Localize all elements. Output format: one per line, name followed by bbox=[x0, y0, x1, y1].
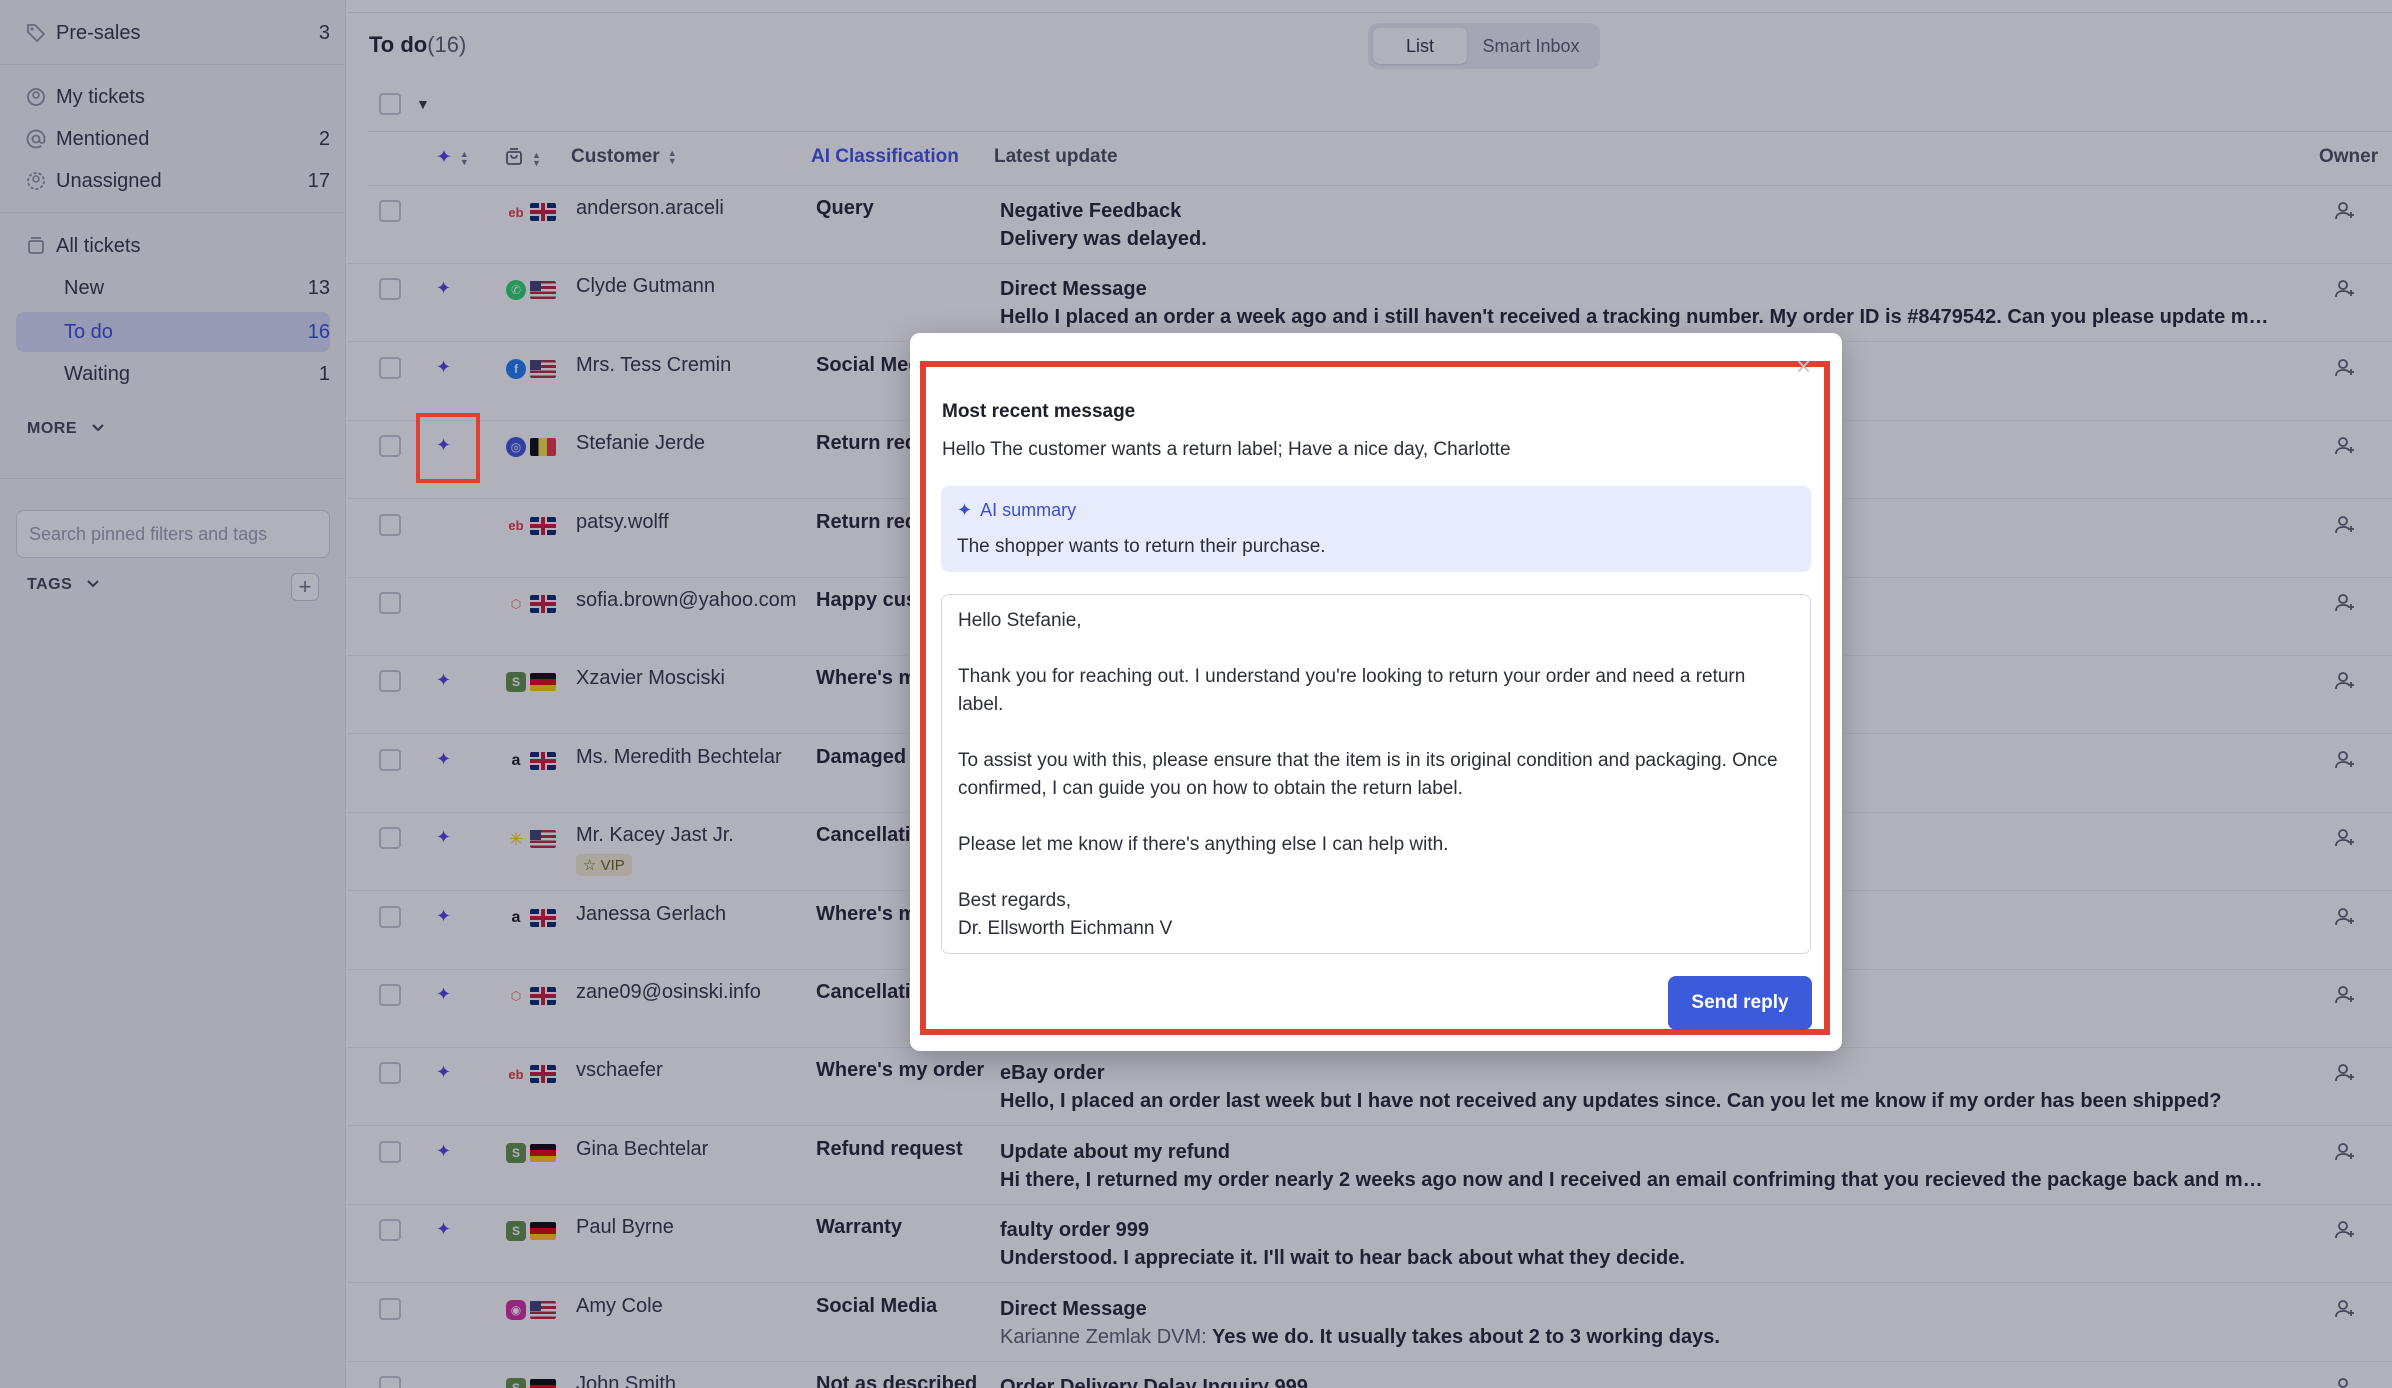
ai-reply-modal: × Most recent message Hello The customer… bbox=[910, 333, 1842, 1051]
close-icon[interactable]: × bbox=[1796, 351, 1811, 382]
ai-summary-header: ✦ AI summary bbox=[957, 500, 1076, 521]
ai-summary-label: AI summary bbox=[980, 500, 1077, 520]
sparkle-icon: ✦ bbox=[957, 500, 973, 520]
recent-message: Hello The customer wants a return label;… bbox=[942, 439, 1511, 460]
highlighted-ai-button[interactable] bbox=[416, 413, 480, 483]
reply-textarea[interactable]: Hello Stefanie, Thank you for reaching o… bbox=[941, 594, 1811, 954]
ai-summary-text: The shopper wants to return their purcha… bbox=[957, 536, 1326, 557]
send-reply-button[interactable]: Send reply bbox=[1668, 976, 1812, 1030]
modal-title: Most recent message bbox=[942, 401, 1136, 422]
ai-summary-box: ✦ AI summary The shopper wants to return… bbox=[941, 486, 1811, 572]
